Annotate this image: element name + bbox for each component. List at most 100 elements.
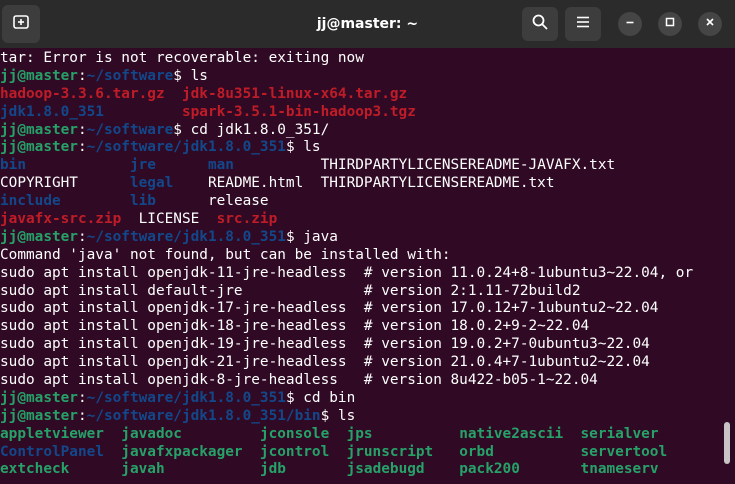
search-button[interactable] [522, 7, 558, 41]
terminal-text-segment: lib [129, 193, 156, 210]
terminal-text-segment: extcheck [0, 461, 70, 478]
terminal-output[interactable]: tar: Error is not recoverable: exiting n… [0, 48, 718, 484]
terminal-line: jj@master:~/software/jdk1.8.0_351$ cd bi… [0, 390, 718, 408]
terminal-line: appletviewer javadoc jconsole jps native… [0, 426, 718, 444]
terminal-line: jj@master:~/software$ ls [0, 68, 718, 86]
terminal-text-segment: sudo apt install openjdk-21-jre-headless… [0, 354, 650, 371]
close-icon [704, 15, 716, 33]
terminal-text-segment: $ ls [320, 407, 356, 424]
terminal-text-segment: ~/software [86, 121, 174, 138]
terminal-text-segment: src.zip [216, 211, 278, 228]
terminal-text-segment: jj@master [0, 67, 78, 84]
new-tab-button[interactable] [2, 5, 40, 43]
terminal-text-segment: ~/software/jdk1.8.0_351/bin [86, 407, 321, 424]
terminal-line: tar: Error is not recoverable: exiting n… [0, 50, 718, 68]
minimize-icon [624, 15, 636, 33]
terminal-line: sudo apt install openjdk-21-jre-headless… [0, 354, 718, 372]
terminal-text-segment: appletviewer [0, 425, 104, 442]
terminal-text-segment: THIRDPARTYLICENSEREADME-JAVAFX.txt [233, 157, 616, 174]
terminal-text-segment: ~/software [86, 67, 174, 84]
terminal-text-segment: javafxpackager [121, 443, 243, 460]
terminal-text-segment: $ ls [285, 139, 321, 156]
maximize-icon [664, 15, 676, 33]
terminal-line: sudo apt install openjdk-11-jre-headless… [0, 265, 718, 283]
terminal-text-segment: orbd [459, 443, 494, 460]
terminal-text-segment: hadoop-3.3.6.tar.gz [0, 85, 165, 102]
close-button[interactable] [698, 12, 722, 36]
terminal-text-segment: ~/software/jdk1.8.0_351 [86, 139, 286, 156]
menu-button[interactable] [565, 7, 601, 41]
terminal-line: include lib release [0, 193, 718, 211]
terminal-text-segment: jj@master [0, 139, 78, 156]
minimize-button[interactable] [618, 12, 642, 36]
terminal-text-segment: javadoc [121, 425, 182, 442]
terminal-text-segment: jdk-8u351-linux-x64.tar.gz [181, 85, 408, 102]
terminal-text-segment: sudo apt install openjdk-17-jre-headless… [0, 300, 659, 317]
terminal-text-segment: release [155, 193, 269, 210]
terminal-line: COPYRIGHT legal README.html THIRDPARTYLI… [0, 175, 718, 193]
search-icon [531, 13, 549, 36]
terminal-text-segment: tnameserv [580, 461, 659, 478]
terminal-text-segment: jrunscript [346, 443, 434, 460]
terminal-text-segment: ControlPanel [0, 443, 104, 460]
terminal-text-segment: jps [346, 425, 373, 442]
terminal-text-segment: tar: Error is not recoverable: exiting n… [0, 50, 364, 66]
terminal-text-segment: include [0, 193, 61, 210]
terminal-text-segment: sudo apt install openjdk-8-jre-headless … [0, 372, 598, 389]
terminal-text-segment: jsadebugd [346, 461, 425, 478]
terminal-text-segment: legal [129, 175, 174, 192]
terminal-scrollbar[interactable] [724, 422, 730, 464]
terminal-line: jj@master:~/software$ cd jdk1.8.0_351/ [0, 122, 718, 140]
terminal-text-segment: $ cd jdk1.8.0_351/ [173, 121, 330, 138]
terminal-text-segment: javafx-src.zip [0, 211, 122, 228]
terminal-line: sudo apt install openjdk-17-jre-headless… [0, 300, 718, 318]
terminal-text-segment: sudo apt install openjdk-18-jre-headless… [0, 318, 590, 335]
terminal-text-segment: : [77, 139, 87, 156]
terminal-text-segment: sudo apt install default-jre # version 2… [0, 282, 581, 299]
terminal-text-segment: jdk1.8.0_351 [0, 103, 104, 120]
terminal-line: jj@master:~/software/jdk1.8.0_351$ java [0, 229, 718, 247]
terminal-text-segment: jj@master [0, 228, 78, 245]
terminal-text-segment: jre [129, 157, 156, 174]
terminal-text-segment: bin [0, 157, 26, 174]
terminal-text-segment: man [207, 157, 234, 174]
terminal-text-segment: COPYRIGHT [0, 175, 130, 192]
terminal-text-segment: jj@master [0, 121, 78, 138]
terminal-text-segment: javah [121, 461, 165, 478]
terminal-text-segment: : [77, 121, 87, 138]
terminal-line: ControlPanel javafxpackager jcontrol jru… [0, 444, 718, 462]
terminal-text-segment: sudo apt install openjdk-19-jre-headless… [0, 336, 650, 353]
terminal-line: bin jre man THIRDPARTYLICENSEREADME-JAVA… [0, 157, 718, 175]
terminal-line: extcheck javah jdb jsadebugd pack200 tna… [0, 461, 718, 479]
hamburger-menu-icon [575, 14, 591, 35]
terminal-text-segment: jcontrol [259, 443, 330, 460]
terminal-line: sudo apt install openjdk-8-jre-headless … [0, 372, 718, 390]
title-bar: jj@master: ~ [0, 0, 735, 48]
terminal-line: jj@master:~/software/jdk1.8.0_351$ ls [0, 139, 718, 157]
terminal-text-segment: : [77, 67, 87, 84]
terminal-line: sudo apt install openjdk-19-jre-headless… [0, 336, 718, 354]
terminal-text-segment: native2ascii [459, 425, 564, 442]
terminal-line: javafx-src.zip LICENSE src.zip [0, 211, 718, 229]
terminal-text-segment: LICENSE [121, 211, 217, 228]
terminal-text-segment: Command 'java' not found, but can be ins… [0, 246, 451, 263]
terminal-text-segment: jdb [259, 461, 286, 478]
terminal-text-segment: ~/software/jdk1.8.0_351 [86, 389, 286, 406]
maximize-button[interactable] [658, 12, 682, 36]
